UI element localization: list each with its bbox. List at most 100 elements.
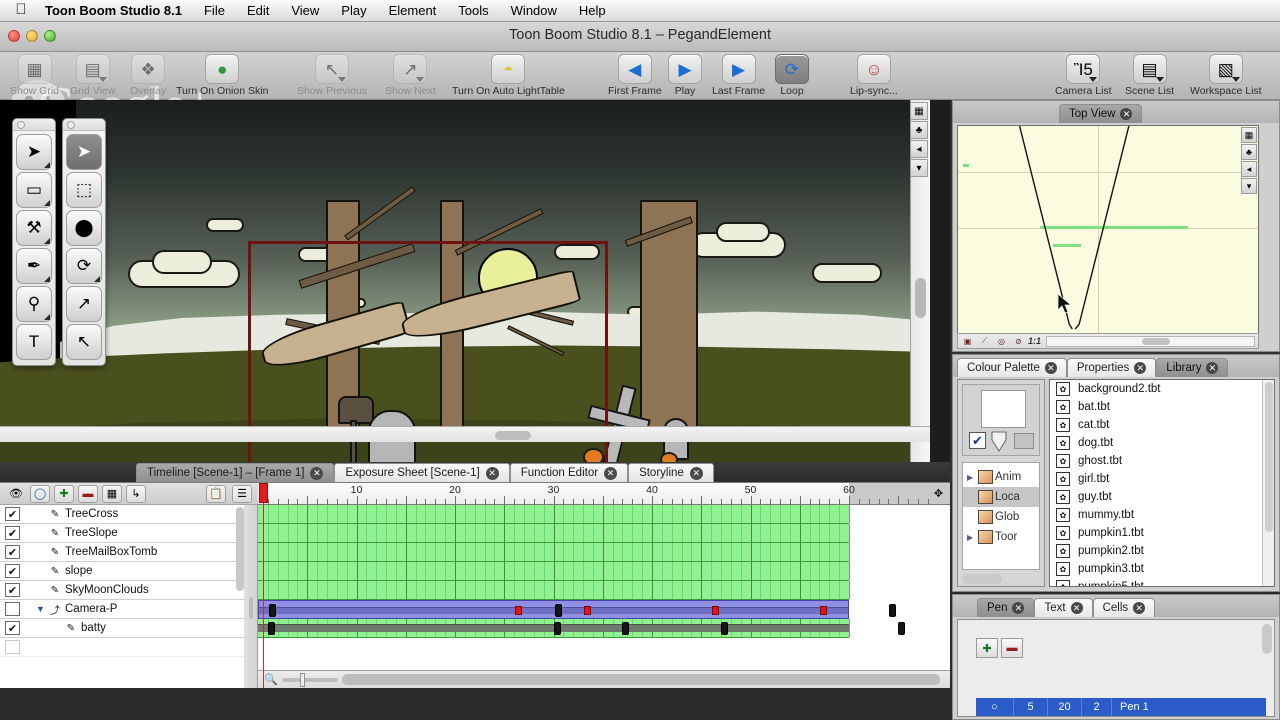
transform-tool[interactable]: ➤ — [66, 134, 102, 170]
exposure-track[interactable] — [258, 562, 850, 581]
library-list-item[interactable]: ✿ guy.tbt — [1050, 488, 1274, 506]
layer-row[interactable]: ✔ ✎ batty — [0, 619, 244, 638]
chevron-down-icon[interactable] — [338, 77, 347, 82]
toolbar-button-turn-on-onion-skin[interactable]: ● Turn On Onion Skin — [176, 54, 268, 97]
library-list-item[interactable]: ✿ cat.tbt — [1050, 416, 1274, 434]
library-list-item[interactable]: ✿ girl.tbt — [1050, 470, 1274, 488]
library-item-list[interactable]: ✿ background2.tbt ✿ bat.tbt ✿ cat.tbt ✿ dog.tbt… — [1049, 379, 1275, 587]
timeline-track[interactable] — [258, 581, 950, 600]
marquee-tool[interactable]: ⬚ — [66, 172, 102, 208]
down-icon[interactable]: ▾ — [1241, 178, 1257, 194]
tool-flyout-icon[interactable] — [44, 276, 50, 282]
toolbar-button-last-frame[interactable]: ▶ Last Frame — [712, 54, 765, 97]
camera-view-horizontal-scrollbar[interactable] — [0, 426, 930, 442]
zoom-out-icon[interactable]: 🔍 — [264, 673, 278, 686]
down-icon[interactable]: ▾ — [910, 159, 928, 177]
close-icon[interactable]: ✕ — [1133, 602, 1146, 614]
shape-tool[interactable]: ▭ — [16, 172, 52, 208]
layer-visibility-checkbox[interactable]: ✔ — [5, 583, 20, 597]
tool-palette-right[interactable]: ➤ ⬚ ⬤ ⟳ ↗ ↖ — [62, 118, 106, 366]
palette-checkbox[interactable]: ✔ — [969, 432, 986, 449]
exposure-track[interactable] — [258, 581, 850, 600]
playhead[interactable] — [259, 483, 268, 688]
spline-tool[interactable]: ↖ — [66, 324, 102, 360]
tool-flyout-icon[interactable] — [44, 314, 50, 320]
library-list-scrollbar[interactable] — [1262, 380, 1274, 586]
menubar-app-name[interactable]: Toon Boom Studio 8.1 — [34, 3, 193, 18]
zoom-tool[interactable]: ⚲ — [16, 286, 52, 322]
close-icon[interactable]: ✕ — [1120, 108, 1133, 120]
scrollbar-thumb[interactable] — [1142, 337, 1171, 345]
layer-row-partial[interactable] — [0, 638, 244, 657]
onion-icon[interactable]: ♣ — [910, 121, 928, 139]
hierarchy-icon[interactable]: ↳ — [126, 484, 146, 503]
left-icon[interactable]: ◂ — [1241, 161, 1257, 177]
tool-flyout-icon[interactable] — [94, 276, 100, 282]
close-icon[interactable]: ✕ — [485, 466, 499, 480]
close-icon[interactable]: ✕ — [1206, 362, 1219, 374]
text-tool[interactable]: T — [16, 324, 52, 360]
tool-flyout-icon[interactable] — [44, 238, 50, 244]
no-icon[interactable]: ⊘ — [1011, 335, 1026, 348]
keyframe-marker[interactable] — [267, 622, 275, 635]
layer-visibility-checkbox[interactable]: ✔ — [5, 621, 20, 635]
tab-colour-palette[interactable]: Colour Palette ✕ — [957, 358, 1067, 377]
toolbar-button-scene-list[interactable]: ▤ Scene List — [1125, 54, 1174, 97]
timeline-track-area[interactable]: 10 20 30 40 50 60 ✥ — [258, 483, 950, 688]
layer-list-scrollbar[interactable] — [236, 505, 244, 688]
onion-icon[interactable]: ♣ — [1241, 144, 1257, 160]
keyframe-marker[interactable] — [554, 604, 562, 617]
toolbar-button-overlay[interactable]: ❖ Overlay — [130, 54, 166, 97]
library-tree-item[interactable]: Glob — [963, 507, 1039, 527]
layer-visibility-checkbox[interactable] — [5, 602, 20, 616]
keyframe-marker[interactable] — [553, 622, 561, 635]
keyframe-marker[interactable] — [889, 604, 897, 617]
camera-view-canvas[interactable] — [0, 100, 930, 462]
apple-menu-icon[interactable]:  — [8, 2, 34, 19]
eye-icon[interactable]: 👁 — [6, 485, 26, 503]
close-icon[interactable]: ✕ — [1044, 362, 1057, 374]
palette-list-icon[interactable] — [1014, 433, 1034, 449]
select-tool[interactable]: ➤ — [16, 134, 52, 170]
library-list-item[interactable]: ✿ pumpkin2.tbt — [1050, 542, 1274, 560]
tab-library[interactable]: Library ✕ — [1156, 358, 1229, 377]
splitter-grip[interactable] — [249, 596, 253, 619]
keyframe-marker[interactable] — [584, 606, 592, 615]
library-list-item[interactable]: ✿ mummy.tbt — [1050, 506, 1274, 524]
chevron-down-icon[interactable]: ▼ — [34, 604, 47, 614]
brush-tool[interactable]: ✒ — [16, 248, 52, 284]
library-list-item[interactable]: ✿ pumpkin1.tbt — [1050, 524, 1274, 542]
layer-visibility-checkbox[interactable]: ✔ — [5, 564, 20, 578]
layer-row[interactable]: ✔ ✎ TreeMailBoxTomb — [0, 543, 244, 562]
left-icon[interactable]: ◂ — [910, 140, 928, 158]
toolbar-button-grid-view[interactable]: ▤ Grid View — [70, 54, 115, 97]
render-icon[interactable]: ▦ — [1241, 127, 1257, 143]
rotate-tool[interactable]: ⟳ — [66, 248, 102, 284]
tab-text[interactable]: Text ✕ — [1034, 598, 1093, 617]
timeline-track[interactable] — [258, 524, 950, 543]
current-colour-swatch[interactable] — [981, 390, 1026, 428]
layer-row[interactable]: ✔ ✎ TreeCross — [0, 505, 244, 524]
close-icon[interactable]: ✕ — [1134, 362, 1147, 374]
scrollbar-thumb[interactable] — [915, 278, 926, 318]
paint-tool[interactable]: ⚒ — [16, 210, 52, 246]
toolbar-button-first-frame[interactable]: ◀ First Frame — [608, 54, 662, 97]
chevron-down-icon[interactable] — [1231, 77, 1240, 82]
peg-track[interactable] — [258, 600, 897, 619]
toolbar-button-play[interactable]: ▶ Play — [668, 54, 702, 97]
exposure-track[interactable] — [258, 543, 850, 562]
menu-element[interactable]: Element — [378, 3, 448, 18]
chevron-down-icon[interactable] — [416, 77, 425, 82]
timeline-resize-icon[interactable]: ✥ — [930, 485, 947, 502]
pen-list-row[interactable]: ○ 5 20 2 Pen 1 — [976, 698, 1266, 716]
layer-row[interactable]: ✔ ✎ TreeSlope — [0, 524, 244, 543]
tab-properties[interactable]: Properties ✕ — [1066, 358, 1157, 377]
keyframe-marker[interactable] — [820, 606, 828, 615]
timeline-tab[interactable]: Exposure Sheet [Scene-1] ✕ — [334, 463, 510, 482]
add-element-icon[interactable]: ▦ — [102, 484, 122, 503]
close-icon[interactable]: ✕ — [1070, 602, 1083, 614]
chevron-down-icon[interactable] — [98, 77, 107, 82]
exposure-track[interactable] — [258, 619, 906, 638]
timeline-track[interactable] — [258, 600, 950, 619]
top-view-horizontal-scrollbar[interactable] — [1046, 335, 1255, 347]
